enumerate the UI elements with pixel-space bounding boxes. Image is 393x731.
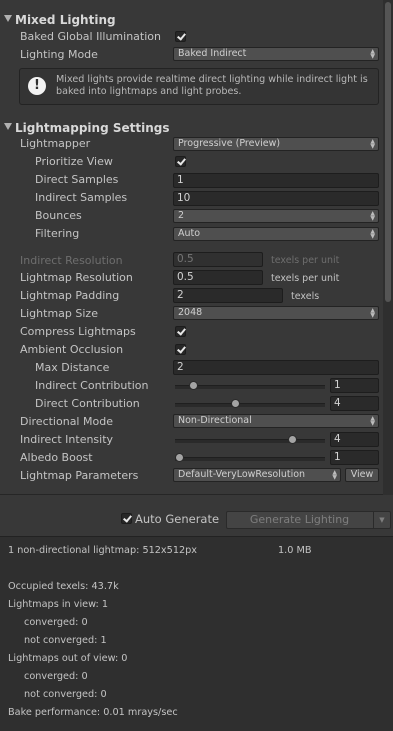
indirect-intensity-slider-thumb[interactable]: [288, 435, 297, 444]
albedo-boost-slider[interactable]: [175, 457, 325, 461]
foldout-triangle-icon[interactable]: [4, 15, 12, 22]
in-view-not-converged: not converged: 1: [24, 635, 107, 646]
lightmap-resolution-field[interactable]: 0.5: [173, 270, 263, 285]
lightmapper-dropdown[interactable]: Progressive (Preview) ▲ ▼: [173, 137, 379, 151]
indirect-contribution-label: Indirect Contribution: [35, 379, 149, 392]
indirect-contribution-slider-thumb[interactable]: [189, 381, 198, 390]
lighting-mode-dropdown[interactable]: Baked Indirect ▲ ▼: [173, 47, 379, 61]
indirect-contribution-field[interactable]: 1: [330, 378, 379, 393]
out-of-view-converged: converged: 0: [24, 671, 88, 682]
section-lightmapping-settings[interactable]: Lightmapping Settings: [0, 120, 383, 137]
directional-mode-label: Directional Mode: [20, 415, 113, 428]
lightmap-padding-unit: texels: [291, 291, 320, 302]
indirect-intensity-field[interactable]: 4: [330, 432, 379, 447]
lightmaps-out-of-view: Lightmaps out of view: 0: [8, 653, 128, 664]
bounces-dropdown[interactable]: 2 ▲ ▼: [173, 209, 379, 223]
view-button[interactable]: View: [345, 468, 379, 482]
albedo-boost-slider-thumb[interactable]: [175, 453, 184, 462]
bake-performance: Bake performance: 0.01 mrays/sec: [8, 707, 178, 718]
direct-contribution-label: Direct Contribution: [35, 397, 140, 410]
generate-lighting-label: Generate Lighting: [249, 513, 350, 526]
lightmap-resolution-label: Lightmap Resolution: [20, 271, 133, 284]
compress-lightmaps-checkbox[interactable]: [175, 326, 186, 337]
indirect-samples-field[interactable]: 10: [173, 191, 379, 206]
lightmap-parameters-value: Default-VeryLowResolution: [178, 469, 306, 480]
filtering-label: Filtering: [35, 227, 80, 240]
bounces-value: 2: [178, 210, 185, 221]
indirect-samples-label: Indirect Samples: [35, 191, 128, 204]
lightmap-parameters-label: Lightmap Parameters: [20, 469, 139, 482]
lightmap-memory-size: 1.0 MB: [278, 545, 312, 556]
lightmap-resolution-unit: texels per unit: [271, 273, 340, 284]
info-exclamation-icon: !: [28, 77, 46, 95]
prioritize-view-label: Prioritize View: [35, 155, 113, 168]
lightmap-size-dropdown[interactable]: 2048 ▲ ▼: [173, 306, 379, 320]
lightmap-size-label: Lightmap Size: [20, 307, 98, 320]
indirect-intensity-label: Indirect Intensity: [20, 433, 114, 446]
indirect-intensity-slider[interactable]: [175, 439, 325, 443]
dropdown-arrows-icon: ▲ ▼: [370, 138, 375, 150]
albedo-boost-field[interactable]: 1: [330, 450, 379, 465]
direct-samples-label: Direct Samples: [35, 173, 119, 186]
indirect-resolution-unit: texels per unit: [271, 255, 340, 266]
dropdown-arrows-icon: ▲ ▼: [370, 48, 375, 60]
info-text: Mixed lights provide realtime direct lig…: [56, 74, 368, 97]
in-view-converged: converged: 0: [24, 617, 88, 628]
direct-contribution-slider[interactable]: [175, 403, 325, 407]
divider: [0, 494, 383, 495]
lightmap-padding-label: Lightmap Padding: [20, 289, 120, 302]
directional-mode-value: Non-Directional: [178, 415, 252, 426]
dropdown-arrows-icon: ▲ ▼: [370, 307, 375, 319]
ambient-occlusion-checkbox[interactable]: [175, 344, 186, 355]
lighting-mode-value: Baked Indirect: [178, 48, 247, 59]
dropdown-arrows-icon: ▲ ▼: [370, 228, 375, 240]
dropdown-arrows-icon: ▲ ▼: [370, 415, 375, 427]
generate-dropdown-arrow-icon[interactable]: ▼: [373, 512, 390, 528]
section-mixed-lighting[interactable]: Mixed Lighting: [0, 12, 383, 29]
max-distance-label: Max Distance: [35, 361, 110, 374]
indirect-resolution-field: 0.5: [173, 252, 263, 267]
generate-lighting-button[interactable]: Generate Lighting ▼: [226, 511, 391, 529]
auto-generate-label: Auto Generate: [135, 512, 220, 526]
scrollbar-thumb[interactable]: [385, 2, 391, 302]
compress-lightmaps-label: Compress Lightmaps: [20, 325, 136, 338]
lightmap-stats-panel: [0, 536, 393, 731]
info-box: ! Mixed lights provide realtime direct l…: [19, 68, 379, 105]
lightmaps-in-view: Lightmaps in view: 1: [8, 599, 109, 610]
ambient-occlusion-label: Ambient Occlusion: [20, 343, 124, 356]
filtering-dropdown[interactable]: Auto ▲ ▼: [173, 227, 379, 241]
dropdown-arrows-icon: ▲ ▼: [370, 210, 375, 222]
section-title: Mixed Lighting: [15, 13, 116, 27]
occupied-texels: Occupied texels: 43.7k: [8, 581, 119, 592]
foldout-triangle-icon[interactable]: [4, 123, 12, 130]
direct-contribution-field[interactable]: 4: [330, 396, 379, 411]
auto-generate-checkbox[interactable]: [121, 513, 132, 524]
dropdown-arrows-icon: ▲ ▼: [332, 469, 337, 481]
out-of-view-not-converged: not converged: 0: [24, 689, 107, 700]
section-title: Lightmapping Settings: [15, 121, 170, 135]
lightmap-size-value: 2048: [178, 307, 203, 318]
albedo-boost-label: Albedo Boost: [20, 451, 93, 464]
direct-samples-field[interactable]: 1: [173, 173, 379, 188]
max-distance-field[interactable]: 2: [173, 360, 379, 375]
lightmap-parameters-dropdown[interactable]: Default-VeryLowResolution ▲ ▼: [173, 468, 341, 482]
bounces-label: Bounces: [35, 209, 82, 222]
lightmap-summary: 1 non-directional lightmap: 512x512px: [8, 545, 198, 556]
lightmapper-label: Lightmapper: [20, 137, 91, 150]
lighting-mode-label: Lighting Mode: [20, 48, 98, 61]
baked-gi-checkbox[interactable]: [175, 31, 186, 42]
lightmapper-value: Progressive (Preview): [178, 138, 281, 149]
lightmap-padding-field[interactable]: 2: [173, 288, 283, 303]
direct-contribution-slider-thumb[interactable]: [231, 399, 240, 408]
filtering-value: Auto: [178, 228, 201, 239]
directional-mode-dropdown[interactable]: Non-Directional ▲ ▼: [173, 414, 379, 428]
prioritize-view-checkbox[interactable]: [175, 156, 186, 167]
baked-gi-label: Baked Global Illumination: [20, 30, 161, 43]
indirect-resolution-label: Indirect Resolution: [20, 254, 123, 267]
